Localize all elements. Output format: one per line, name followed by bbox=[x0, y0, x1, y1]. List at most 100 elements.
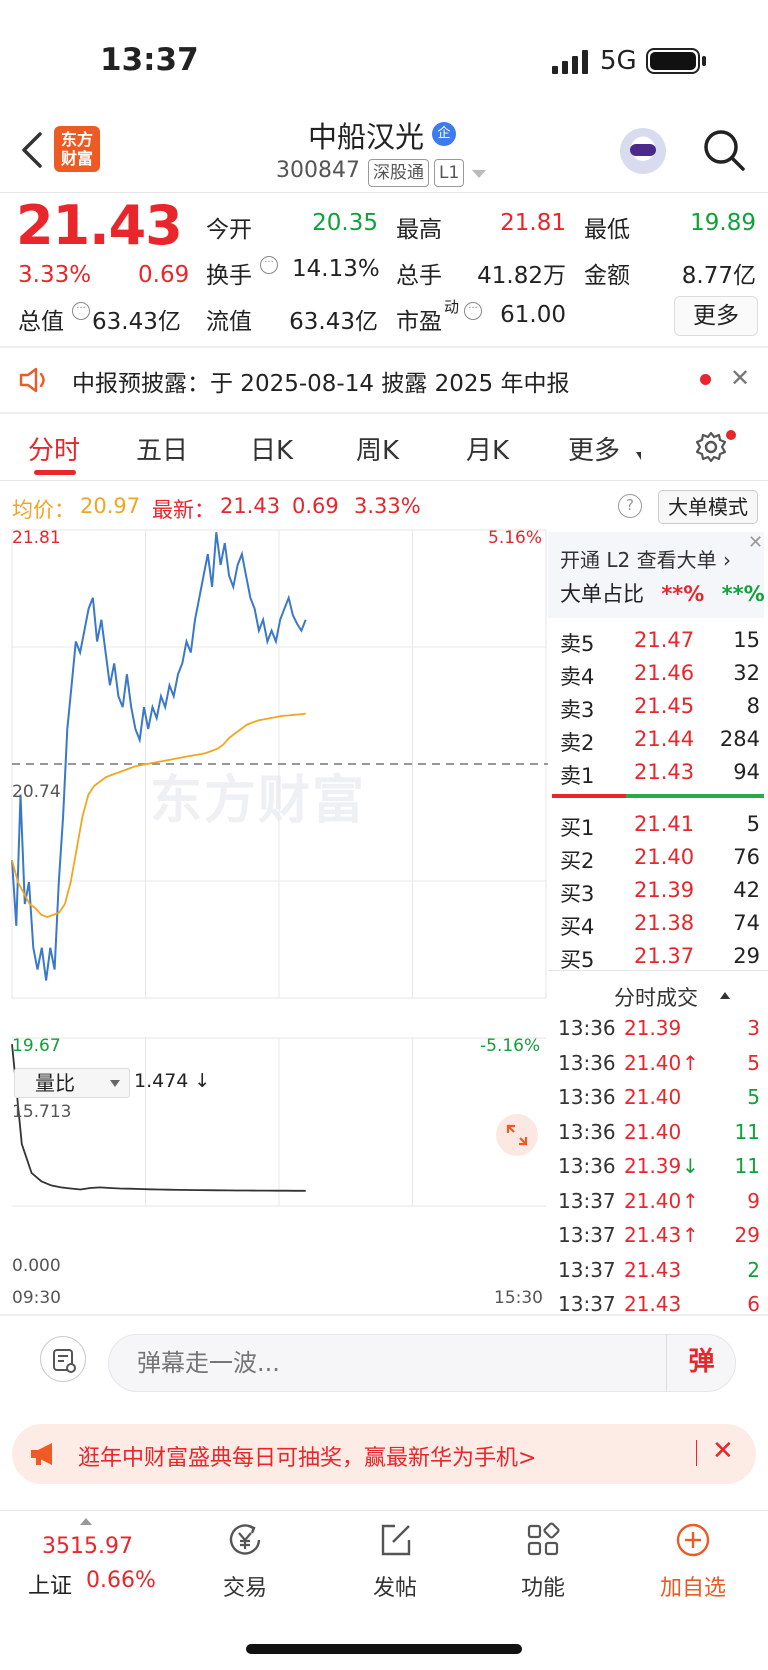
y-axis-prev-close: 20.74 bbox=[12, 782, 61, 802]
promo-text[interactable]: 逛年中财富盛典每日可抽奖，赢最新华为手机> bbox=[78, 1440, 536, 1472]
danmu-settings-icon[interactable] bbox=[40, 1336, 86, 1382]
nav-functions[interactable]: 功能 bbox=[498, 1520, 588, 1602]
ask-level-3[interactable]: 卖3 21.45 8 bbox=[560, 694, 760, 724]
tick-price: 21.40 bbox=[624, 1119, 682, 1144]
danmu-input[interactable] bbox=[108, 1334, 736, 1392]
ask-level-2[interactable]: 卖4 21.46 32 bbox=[560, 661, 760, 691]
level-price: 21.47 bbox=[634, 628, 695, 652]
index-value[interactable]: 3515.97 bbox=[42, 1534, 133, 1559]
tick-row: 13:36 21.40 11 bbox=[558, 1120, 760, 1144]
level-volume: 94 bbox=[733, 760, 760, 784]
change-amount: 0.69 bbox=[138, 262, 190, 288]
ask-level-5[interactable]: 卖1 21.43 94 bbox=[560, 760, 760, 790]
bid-level-1[interactable]: 买1 21.41 5 bbox=[560, 812, 760, 842]
tick-time: 13:37 bbox=[558, 1292, 616, 1316]
notification-dot bbox=[726, 430, 736, 440]
value-turnover: 14.13% bbox=[292, 256, 380, 282]
y-axis-high: 21.81 bbox=[12, 528, 61, 548]
ask-level-1[interactable]: 卖5 21.47 15 bbox=[560, 628, 760, 658]
bid-level-2[interactable]: 买2 21.40 76 bbox=[560, 845, 760, 875]
danmu-send-button[interactable]: 弹 bbox=[666, 1334, 736, 1392]
info-icon[interactable]: ··· bbox=[72, 302, 90, 320]
close-icon[interactable]: ✕ bbox=[712, 1436, 734, 1466]
help-icon[interactable]: ? bbox=[618, 494, 642, 518]
notice-text[interactable]: 中报预披露：于 2025-08-14 披露 2025 年中报 bbox=[72, 364, 569, 398]
nav-trade[interactable]: 交易 bbox=[200, 1520, 290, 1602]
bid-level-3[interactable]: 买3 21.39 42 bbox=[560, 878, 760, 908]
label-total-value: 总值 bbox=[18, 309, 64, 335]
level-volume: 74 bbox=[733, 911, 760, 935]
level-price: 21.44 bbox=[634, 727, 695, 751]
level-label: 卖2 bbox=[560, 731, 595, 755]
index-percent[interactable]: 0.66% bbox=[86, 1568, 156, 1593]
chevron-down-icon bbox=[110, 1080, 120, 1087]
divider bbox=[0, 480, 768, 481]
big-order-mode-button[interactable]: 大单模式 bbox=[658, 490, 758, 524]
close-icon[interactable]: ✕ bbox=[748, 532, 763, 553]
caret-up-icon[interactable] bbox=[80, 1518, 92, 1525]
tick-row: 13:36 21.39 ↓ 11 bbox=[558, 1154, 760, 1178]
home-indicator bbox=[246, 1644, 522, 1654]
tick-row: 13:37 21.43 ↑ 29 bbox=[558, 1223, 760, 1247]
tab-monthly-k[interactable]: 月K bbox=[466, 430, 509, 467]
level-price: 21.46 bbox=[634, 661, 695, 685]
tab-five-day[interactable]: 五日 bbox=[136, 430, 188, 467]
y-axis-low: 19.67 bbox=[12, 1036, 61, 1056]
tick-volume: 2 bbox=[747, 1257, 760, 1282]
nav-post[interactable]: 发帖 bbox=[350, 1520, 440, 1602]
caret-up-icon[interactable] bbox=[720, 992, 730, 999]
search-icon[interactable] bbox=[702, 128, 746, 172]
info-icon[interactable]: ··· bbox=[260, 256, 278, 274]
y-axis-pct-high: 5.16% bbox=[488, 528, 543, 548]
tag-l1: L1 bbox=[434, 159, 465, 187]
divider bbox=[0, 346, 768, 348]
tab-more[interactable]: 更多 bbox=[568, 430, 620, 467]
open-l2-link[interactable]: 开通 L2 查看大单 › bbox=[560, 544, 731, 573]
tick-row: 13:37 21.43 6 bbox=[558, 1292, 760, 1316]
level-price: 21.37 bbox=[634, 944, 695, 968]
ticks-title[interactable]: 分时成交 bbox=[614, 982, 698, 1012]
value-open: 20.35 bbox=[312, 210, 378, 236]
latest-label: 最新： bbox=[152, 498, 215, 522]
tick-price: 21.43 bbox=[624, 1292, 682, 1316]
y-axis-pct-low: -5.16% bbox=[480, 1036, 541, 1056]
compose-icon bbox=[381, 1524, 411, 1556]
tick-price: 21.43 bbox=[624, 1223, 682, 1247]
more-quote-button[interactable]: 更多 bbox=[674, 296, 758, 336]
back-arrow-icon[interactable] bbox=[14, 128, 48, 172]
info-icon[interactable]: ··· bbox=[464, 302, 482, 320]
robot-assistant-icon[interactable] bbox=[620, 128, 666, 174]
expand-icon[interactable] bbox=[496, 1114, 538, 1156]
index-label[interactable]: 上证 bbox=[28, 1568, 72, 1600]
megaphone-icon bbox=[31, 1443, 52, 1465]
gear-icon[interactable] bbox=[694, 430, 728, 464]
status-time: 13:37 bbox=[100, 42, 199, 78]
tab-intraday[interactable]: 分时 bbox=[28, 430, 80, 467]
nav-label: 发帖 bbox=[372, 1576, 417, 1601]
tab-daily-k[interactable]: 日K bbox=[250, 430, 293, 467]
ask-bid-ratio-bar-green bbox=[626, 794, 764, 798]
app-logo: 东方财富 bbox=[54, 126, 100, 172]
label-float-value: 流值 bbox=[206, 309, 252, 335]
tick-row: 13:36 21.40 ↑ 5 bbox=[558, 1051, 760, 1075]
level-label: 买1 bbox=[560, 816, 595, 840]
label-open: 今开 bbox=[206, 217, 252, 243]
intraday-chart[interactable] bbox=[0, 526, 548, 1306]
level-volume: 42 bbox=[733, 878, 760, 902]
nav-label: 加自选 bbox=[659, 1576, 726, 1601]
close-icon[interactable]: ✕ bbox=[730, 364, 750, 392]
level-price: 21.40 bbox=[634, 845, 695, 869]
bid-level-4[interactable]: 买4 21.38 74 bbox=[560, 911, 760, 941]
chevron-down-icon[interactable] bbox=[472, 170, 486, 178]
tab-weekly-k[interactable]: 周K bbox=[356, 430, 399, 467]
vr-axis-min: 0.000 bbox=[12, 1256, 61, 1276]
last-price: 21.43 bbox=[16, 194, 183, 257]
nav-add-watchlist[interactable]: 加自选 bbox=[648, 1520, 738, 1602]
average-line bbox=[11, 712, 306, 919]
level-volume: 29 bbox=[733, 944, 760, 968]
level-label: 买3 bbox=[560, 882, 595, 906]
level-volume: 284 bbox=[719, 727, 760, 751]
value-low: 19.89 bbox=[690, 210, 756, 236]
level-price: 21.41 bbox=[634, 812, 695, 836]
ask-level-4[interactable]: 卖2 21.44 284 bbox=[560, 727, 760, 757]
